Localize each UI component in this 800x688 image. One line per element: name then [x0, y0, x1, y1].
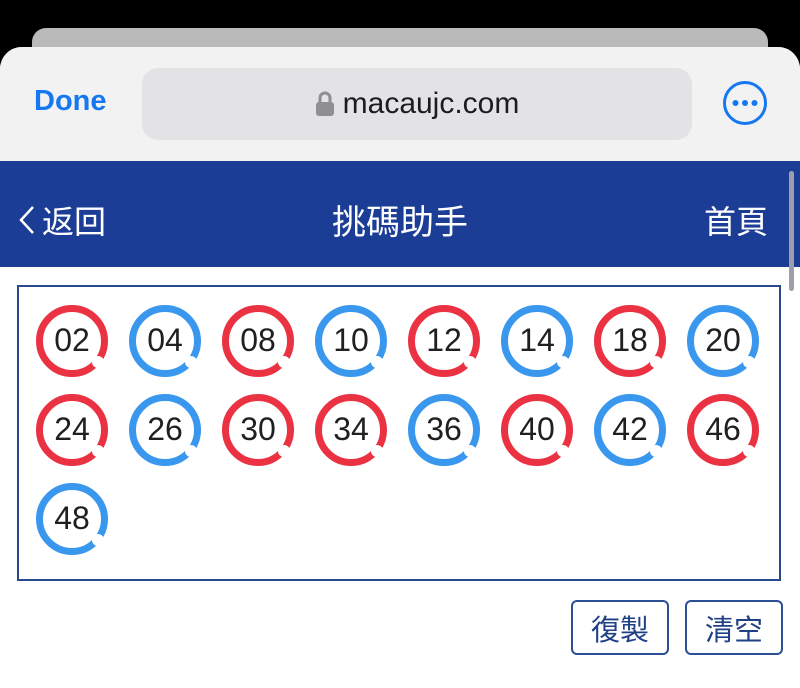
number-ball-24[interactable]: 24: [36, 394, 108, 466]
ball-highlight-icon: [92, 445, 104, 457]
ball-highlight-icon: [743, 445, 755, 457]
ball-highlight-icon: [371, 356, 383, 368]
ball-highlight-icon: [743, 356, 755, 368]
app-header: 返回 挑碼助手 首頁: [0, 161, 800, 267]
ball-number: 18: [612, 322, 648, 358]
number-ball-08[interactable]: 08: [222, 305, 294, 377]
page-title: 挑碼助手: [332, 203, 468, 243]
ball-number: 46: [705, 411, 741, 447]
url-text: macaujc.com: [342, 87, 520, 120]
number-ball-40[interactable]: 40: [501, 394, 573, 466]
copy-button[interactable]: 復製: [571, 600, 669, 655]
ball-highlight-icon: [650, 356, 662, 368]
number-ball-30[interactable]: 30: [222, 394, 294, 466]
browser-sheet: Done macaujc.com 返回 挑碼助手 首頁 02 04 08 10 12 14…: [0, 47, 800, 688]
ball-highlight-icon: [185, 356, 197, 368]
more-options-icon[interactable]: [722, 80, 768, 126]
ball-number: 42: [612, 411, 648, 447]
ball-number: 30: [240, 411, 276, 447]
ball-number: 12: [426, 322, 462, 358]
number-ball-02[interactable]: 02: [36, 305, 108, 377]
ball-number: 24: [54, 411, 90, 447]
ball-highlight-icon: [92, 534, 104, 546]
number-ball-46[interactable]: 46: [687, 394, 759, 466]
ball-number: 48: [54, 500, 90, 536]
address-bar[interactable]: macaujc.com: [142, 68, 692, 140]
number-ball-10[interactable]: 10: [315, 305, 387, 377]
number-ball-34[interactable]: 34: [315, 394, 387, 466]
ball-highlight-icon: [557, 356, 569, 368]
ball-number: 34: [333, 411, 369, 447]
selected-numbers-panel: 02 04 08 10 12 14 18 20 24 26 30 34 36 40 42 46 48: [17, 285, 781, 581]
scrollbar[interactable]: [789, 171, 794, 291]
number-ball-42[interactable]: 42: [594, 394, 666, 466]
number-ball-36[interactable]: 36: [408, 394, 480, 466]
ball-highlight-icon: [650, 445, 662, 457]
ball-highlight-icon: [464, 356, 476, 368]
number-ball-48[interactable]: 48: [36, 483, 108, 555]
ball-grid: 02 04 08 10 12 14 18 20 24 26 30 34 36 40 42 46 48: [36, 305, 786, 555]
ball-highlight-icon: [557, 445, 569, 457]
number-ball-20[interactable]: 20: [687, 305, 759, 377]
ball-highlight-icon: [464, 445, 476, 457]
ball-number: 40: [519, 411, 555, 447]
number-ball-26[interactable]: 26: [129, 394, 201, 466]
ball-number: 02: [54, 322, 90, 358]
done-button[interactable]: Done: [34, 85, 107, 118]
browser-toolbar: Done macaujc.com: [0, 47, 800, 161]
ball-number: 10: [333, 322, 369, 358]
ball-highlight-icon: [278, 445, 290, 457]
home-button[interactable]: 首頁: [704, 197, 768, 243]
ball-number: 36: [426, 411, 462, 447]
ball-number: 04: [147, 322, 183, 358]
number-ball-12[interactable]: 12: [408, 305, 480, 377]
ball-highlight-icon: [278, 356, 290, 368]
number-ball-04[interactable]: 04: [129, 305, 201, 377]
ball-highlight-icon: [371, 445, 383, 457]
clear-button[interactable]: 清空: [685, 600, 783, 655]
ball-number: 26: [147, 411, 183, 447]
ball-highlight-icon: [185, 445, 197, 457]
ball-highlight-icon: [92, 356, 104, 368]
ball-number: 14: [519, 322, 555, 358]
ball-number: 08: [240, 322, 276, 358]
lock-icon: [315, 91, 334, 116]
number-ball-14[interactable]: 14: [501, 305, 573, 377]
number-ball-18[interactable]: 18: [594, 305, 666, 377]
ball-number: 20: [705, 322, 741, 358]
